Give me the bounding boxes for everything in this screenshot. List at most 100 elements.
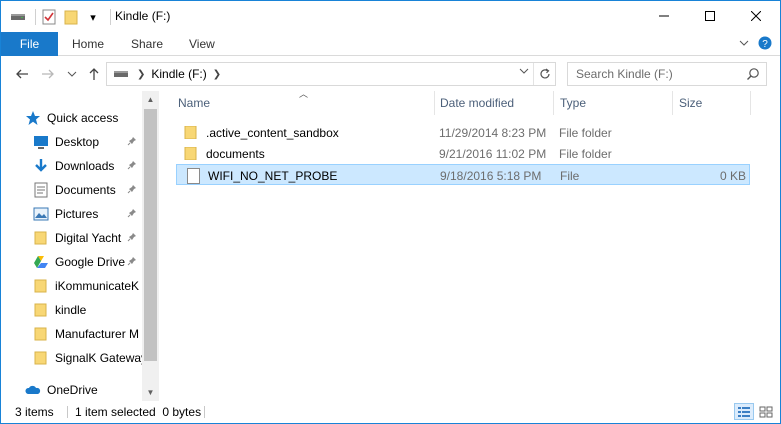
- column-header-size[interactable]: Size: [679, 91, 702, 115]
- sort-ascending-icon: ︿: [299, 89, 309, 99]
- status-separator: [67, 406, 68, 418]
- column-divider[interactable]: [434, 91, 435, 115]
- folder-icon: [33, 326, 49, 342]
- onedrive-icon: [25, 382, 41, 398]
- sidebar-item-manufacturer-m[interactable]: Manufacturer M: [33, 323, 151, 345]
- up-button[interactable]: [85, 65, 103, 83]
- refresh-icon: [539, 68, 550, 79]
- tab-home[interactable]: Home: [72, 32, 104, 56]
- scroll-down-icon[interactable]: ▼: [142, 384, 159, 401]
- status-bar: 3 items 1 item selected 0 bytes: [1, 401, 780, 423]
- qat-separator-2: [110, 9, 111, 25]
- sidebar-item-label: Pictures: [55, 207, 99, 221]
- title-bar: ▾ Kindle (F:): [1, 1, 780, 32]
- recent-locations-button[interactable]: [63, 65, 81, 83]
- breadcrumb-chevron-icon[interactable]: ❯: [137, 69, 145, 80]
- minimize-button[interactable]: [641, 1, 687, 31]
- customize-qat-button[interactable]: ▾: [84, 8, 102, 26]
- expand-ribbon-icon[interactable]: [738, 37, 750, 49]
- column-header-type[interactable]: Type: [560, 91, 586, 115]
- status-selection: 1 item selected 0 bytes: [75, 405, 202, 419]
- sidebar-item-label: kindle: [55, 303, 87, 317]
- tab-file[interactable]: File: [1, 32, 58, 56]
- drive-icon: [113, 69, 131, 79]
- column-header-name[interactable]: Name: [178, 91, 210, 115]
- column-divider[interactable]: [750, 91, 751, 115]
- pin-icon[interactable]: [127, 256, 137, 269]
- maximize-button[interactable]: [687, 1, 733, 31]
- file-name: WIFI_NO_NET_PROBE: [208, 168, 338, 183]
- new-folder-icon[interactable]: [62, 8, 80, 26]
- file-row[interactable]: documents 9/21/2016 11:02 PM File folder: [176, 143, 750, 164]
- address-history-button[interactable]: [519, 67, 529, 78]
- column-header-date[interactable]: Date modified: [440, 91, 514, 115]
- file-name-cell[interactable]: .active_content_sandbox: [184, 122, 339, 143]
- folder-icon: [33, 350, 49, 366]
- tab-view[interactable]: View: [189, 32, 215, 56]
- folder-icon: [33, 278, 49, 294]
- sidebar-item-label: OneDrive: [47, 383, 98, 397]
- search-box[interactable]: Search Kindle (F:): [567, 62, 767, 86]
- svg-text:?: ?: [762, 39, 768, 50]
- close-button[interactable]: [733, 1, 779, 31]
- back-arrow-icon: [16, 69, 28, 79]
- status-separator: [204, 406, 205, 418]
- file-icon: [187, 167, 200, 184]
- forward-button[interactable]: [39, 65, 57, 83]
- file-type: File folder: [559, 146, 612, 161]
- tab-share[interactable]: Share: [131, 32, 163, 56]
- file-name-cell[interactable]: WIFI_NO_NET_PROBE: [185, 165, 337, 186]
- address-bar[interactable]: ❯ Kindle (F:) ❯: [106, 62, 556, 86]
- chevron-down-icon: ▾: [90, 11, 96, 24]
- window-title: Kindle (F:): [115, 9, 171, 23]
- sidebar-item-label: Quick access: [47, 111, 119, 125]
- file-type: File folder: [559, 125, 612, 140]
- forward-arrow-icon: [42, 69, 54, 79]
- pin-icon[interactable]: [127, 232, 137, 245]
- pin-icon[interactable]: [127, 160, 137, 173]
- sidebar-scrollbar[interactable]: ▲ ▼: [142, 91, 159, 401]
- ribbon-controls: ?: [738, 36, 772, 50]
- search-icon[interactable]: [746, 67, 760, 81]
- column-divider[interactable]: [672, 91, 673, 115]
- ribbon-tabs: File Home Share View ?: [1, 32, 780, 56]
- properties-icon[interactable]: [40, 8, 58, 26]
- sidebar-item-label: Google Drive: [55, 255, 126, 269]
- pin-icon[interactable]: [127, 136, 137, 149]
- file-row[interactable]: WIFI_NO_NET_PROBE 9/18/2016 5:18 PM File 0 …: [176, 164, 750, 185]
- drive-icon[interactable]: [9, 8, 27, 26]
- chevron-down-icon: [67, 71, 77, 77]
- large-icons-view-button[interactable]: [756, 403, 776, 420]
- details-view-icon: [738, 406, 750, 417]
- sidebar-item-kindle[interactable]: kindle: [33, 299, 151, 321]
- folder-icon: [33, 230, 49, 246]
- scroll-up-icon[interactable]: ▲: [142, 91, 159, 108]
- refresh-button[interactable]: [533, 63, 555, 85]
- back-button[interactable]: [13, 65, 31, 83]
- sidebar-item-label: Manufacturer M: [55, 327, 140, 341]
- documents-icon: [33, 182, 49, 198]
- folder-icon: [33, 302, 49, 318]
- scrollbar-thumb[interactable]: [144, 109, 157, 361]
- details-view-button[interactable]: [734, 403, 754, 420]
- file-name-cell[interactable]: documents: [184, 143, 265, 164]
- file-type: File: [560, 168, 580, 183]
- sidebar-item-signalk-gateway[interactable]: SignalK Gateway: [33, 347, 151, 369]
- close-icon: [751, 11, 761, 21]
- pin-icon[interactable]: [127, 208, 137, 221]
- sidebar-item-ikommunicatek[interactable]: iKommunicateK: [33, 275, 151, 297]
- desktop-icon: [33, 134, 49, 150]
- breadcrumb-chevron-icon[interactable]: ❯: [213, 69, 221, 80]
- column-divider[interactable]: [553, 91, 554, 115]
- help-icon[interactable]: ?: [758, 36, 772, 50]
- sidebar-item-label: Desktop: [55, 135, 100, 149]
- explorer-window: ▾ Kindle (F:) File Home Share View ? ❯ K…: [0, 0, 781, 424]
- folder-icon: [184, 146, 200, 161]
- star-icon: [25, 110, 41, 126]
- search-placeholder[interactable]: Search Kindle (F:): [576, 67, 673, 81]
- sidebar-item-label: Digital Yacht: [55, 231, 122, 245]
- status-item-count: 3 items: [15, 405, 54, 419]
- breadcrumb-location[interactable]: Kindle (F:): [151, 67, 206, 81]
- pin-icon[interactable]: [127, 184, 137, 197]
- file-row[interactable]: .active_content_sandbox 11/29/2014 8:23 P…: [176, 122, 750, 143]
